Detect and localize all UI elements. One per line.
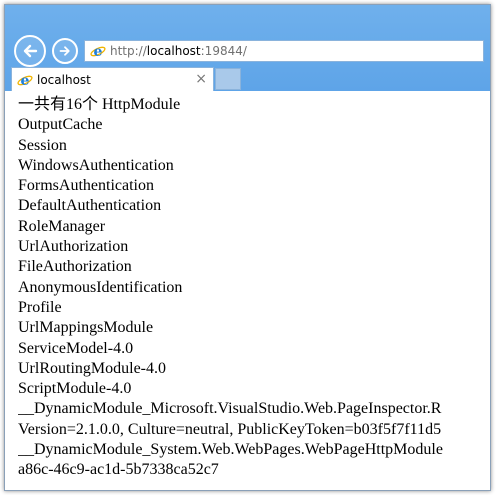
ie-logo-icon: e: [90, 43, 106, 60]
browser-window: e http://localhost:19844/ e localhost × …: [4, 4, 491, 491]
forward-arrow-icon: [59, 46, 70, 56]
address-bar[interactable]: e http://localhost:19844/: [84, 40, 484, 62]
tab-title: localhost: [37, 72, 91, 87]
back-arrow-icon: [23, 44, 38, 58]
module-item: a86c-46c9-ac1d-5b7338ca52c7: [18, 461, 219, 479]
tab-localhost[interactable]: e localhost ×: [11, 67, 214, 91]
forward-button[interactable]: [52, 38, 78, 64]
new-tab-button[interactable]: [215, 68, 241, 90]
module-item: FileAuthorization: [18, 258, 132, 276]
module-item: __DynamicModule_System.Web.WebPages.WebP…: [18, 441, 443, 459]
module-item: UrlRoutingModule-4.0: [18, 359, 166, 377]
module-item: __DynamicModule_Microsoft.VisualStudio.W…: [18, 400, 442, 418]
module-item: RoleManager: [18, 217, 106, 235]
module-item: Session: [18, 136, 67, 154]
module-item: Version=2.1.0.0, Culture=neutral, Public…: [18, 420, 442, 438]
module-item: UrlAuthorization: [18, 238, 129, 256]
module-item: DefaultAuthentication: [18, 197, 162, 215]
module-item: AnonymousIdentification: [18, 278, 183, 296]
module-item: Profile: [18, 298, 62, 316]
tab-ie-icon: e: [17, 72, 33, 89]
svg-text:e: e: [94, 44, 103, 59]
browser-toolbar: e http://localhost:19844/ e localhost ×: [5, 5, 490, 91]
tab-close-icon[interactable]: ×: [195, 72, 207, 86]
page-content: 一共有16个 HttpModule OutputCache Session Wi…: [18, 95, 490, 490]
svg-text:e: e: [21, 73, 30, 88]
url-scheme: http://: [110, 44, 147, 58]
module-item: WindowsAuthentication: [18, 156, 174, 174]
back-button[interactable]: [14, 35, 46, 67]
module-item: OutputCache: [18, 116, 103, 134]
url-host: localhost: [146, 44, 201, 58]
page-line: 一共有16个 HttpModule: [18, 96, 181, 113]
module-item: UrlMappingsModule: [18, 319, 154, 337]
url-port: :19844/: [200, 44, 247, 58]
address-url: http://localhost:19844/: [110, 44, 247, 58]
module-item: ScriptModule-4.0: [18, 380, 132, 398]
module-item: FormsAuthentication: [18, 177, 154, 195]
module-item: ServiceModel-4.0: [18, 339, 134, 357]
